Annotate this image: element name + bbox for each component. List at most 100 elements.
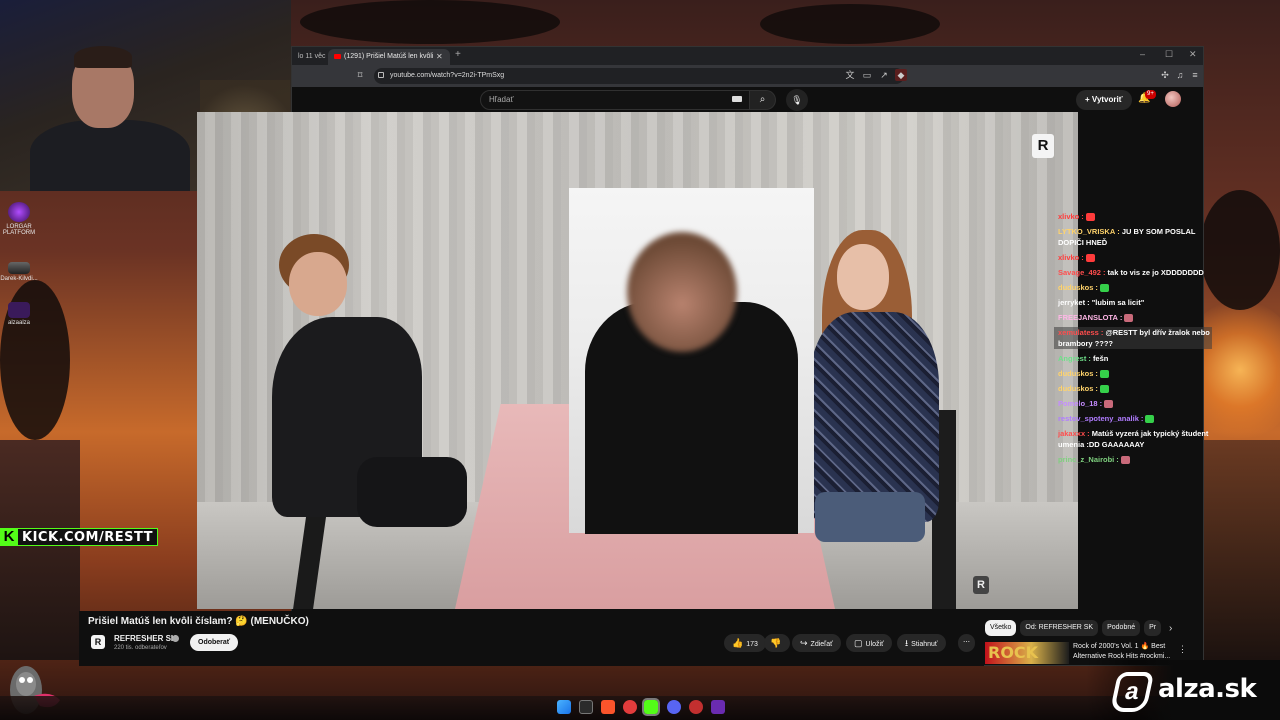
chip-partial[interactable]: Pr (1144, 620, 1162, 636)
chat-username[interactable]: xlivko (1058, 253, 1079, 262)
channel-name[interactable]: REFRESHER SK (114, 634, 177, 643)
desktop-icon-file[interactable]: Darek-Kilvdi... (0, 262, 38, 282)
webcam-person-body (30, 120, 190, 191)
keyboard-icon[interactable] (732, 96, 742, 102)
chat-emote-icon (1145, 415, 1155, 424)
cast-icon[interactable]: ▭ (861, 69, 873, 81)
chat-username[interactable]: duduskos (1058, 369, 1093, 378)
chat-username[interactable]: xemulatess (1058, 328, 1099, 337)
youtube-header: Hľadať ⌕ 🎙 + Vytvoriť 🔔 9+ (292, 87, 1203, 113)
chat-username[interactable]: princ_z_Nairobi (1058, 455, 1114, 464)
desktop-icon-label: Darek-Kilvdi... (0, 276, 38, 282)
chat-username[interactable]: Pomelo_18 (1058, 399, 1098, 408)
voice-search-button[interactable]: 🎙 (786, 89, 808, 111)
overlay-photo-head (627, 232, 737, 352)
subscribe-button[interactable]: Odoberať (190, 634, 239, 651)
wallpaper-palm (760, 4, 940, 44)
desktop-icon-lorgar[interactable]: LORGAR PLATFORM (0, 202, 38, 236)
video-player[interactable]: R R (197, 112, 1078, 609)
chat-message: xlivko: (1058, 211, 1212, 222)
chat-username[interactable]: Savage_492 (1058, 268, 1101, 277)
new-tab-icon[interactable]: + (455, 49, 461, 60)
media-icon[interactable]: ♫ (1174, 69, 1186, 81)
plus-icon: + (1085, 95, 1092, 104)
share-icon: ↪ (800, 638, 808, 648)
close-window-icon[interactable]: ✕ (1189, 49, 1197, 60)
create-button[interactable]: + Vytvoriť (1076, 90, 1132, 110)
download-button[interactable]: ⭳ Stiahnuť (897, 634, 946, 652)
more-actions-button[interactable]: ⋯ (958, 634, 975, 652)
app-purple-icon[interactable] (711, 700, 725, 714)
recommendation-thumbnail[interactable]: ROCK (985, 642, 1069, 664)
refresher-logo-icon: R (1032, 134, 1054, 158)
desktop-icon-label: alzaalza (7, 320, 30, 326)
chat-message: jerryket: "lubim sa licit" (1058, 297, 1212, 308)
channel-avatar[interactable]: R (91, 635, 105, 649)
chat-username[interactable]: xlivko (1058, 212, 1079, 221)
share-label: Zdieľať (810, 641, 833, 648)
app-red-icon[interactable] (623, 700, 637, 714)
brave-shield-icon[interactable]: ◆ (895, 69, 907, 81)
task-view-icon[interactable] (579, 700, 593, 714)
notifications-badge: 9+ (1145, 90, 1156, 99)
address-bar: ⌑ youtube.com/watch?v=2n2i-TPmSxg 文 ▭ ↗ … (292, 65, 1203, 87)
desktop-icon-label: LORGAR PLATFORM (2, 224, 36, 236)
wallpaper-palm (1200, 190, 1280, 310)
account-avatar[interactable] (1165, 91, 1181, 107)
recommendation-menu-icon[interactable]: ⋮ (1178, 644, 1187, 655)
download-icon: ⭳ (905, 638, 909, 648)
chat-text: "lubim sa licit" (1091, 298, 1145, 307)
chevron-right-icon[interactable]: › (1169, 623, 1172, 634)
close-tab-icon[interactable]: ✕ (436, 52, 443, 61)
chat-username[interactable]: jakaxxx (1058, 429, 1085, 438)
search-input[interactable]: Hľadať (480, 90, 750, 110)
chat-emote-icon (1120, 456, 1130, 465)
bookmark-icon[interactable]: ⌑ (354, 69, 366, 81)
save-button[interactable]: ▢ Uložiť (846, 634, 892, 652)
obs-icon[interactable] (689, 700, 703, 714)
kick-app-icon[interactable] (642, 698, 660, 716)
chat-message: duduskos: (1058, 368, 1212, 379)
browser-tab[interactable]: lo 11 věc (292, 49, 326, 65)
dislike-button[interactable]: 👎 (764, 634, 791, 652)
video-woman-body (809, 312, 939, 522)
chat-username[interactable]: restov_spoteny_analik (1058, 414, 1139, 423)
chat-username[interactable]: Angrest (1058, 354, 1086, 363)
chat-username[interactable]: LYTKO_VRISKA (1058, 227, 1115, 236)
share-page-icon[interactable]: ↗ (878, 69, 890, 81)
chat-message: xlivko: (1058, 252, 1212, 263)
chat-username[interactable]: jerryket (1058, 298, 1085, 307)
chat-emote-icon (1124, 314, 1134, 323)
chat-emote-icon (1085, 254, 1095, 263)
site-info-icon[interactable] (378, 72, 384, 78)
chat-username[interactable]: duduskos (1058, 384, 1093, 393)
chat-username[interactable]: FREEJANSLOTA (1058, 313, 1118, 322)
chat-username[interactable]: duduskos (1058, 283, 1093, 292)
like-button[interactable]: 👍 173 (724, 634, 766, 652)
chip-all[interactable]: Všetko (985, 620, 1017, 636)
chip-related[interactable]: Podobné (1102, 620, 1141, 636)
brave-browser-icon[interactable] (601, 700, 615, 714)
maximize-icon[interactable]: ☐ (1165, 49, 1173, 60)
file-icon (8, 262, 30, 274)
webcam-person-hair (74, 46, 132, 68)
search-icon: ⌕ (759, 94, 766, 105)
recommendation-title[interactable]: Rock of 2000's Vol. 1 🔥 Best Alternative… (1073, 642, 1179, 662)
chat-message: Savage_492: tak to vis ze jo XDDDDDDD (1058, 267, 1212, 278)
discord-icon[interactable] (667, 700, 681, 714)
browser-tab-active[interactable]: (1291) Prišiel Matúš len kvôli (328, 49, 450, 65)
chip-from-channel[interactable]: Od: REFRESHER SK (1020, 620, 1099, 636)
share-button[interactable]: ↪ Zdieľať (792, 634, 841, 652)
chat-message: LYTKO_VRISKA: JU BY SOM POSLAL DOPIČI HN… (1058, 226, 1212, 248)
chat-message: restov_spoteny_analik: (1058, 413, 1212, 424)
url-field[interactable]: youtube.com/watch?v=2n2i-TPmSxg (374, 68, 904, 84)
extensions-icon[interactable]: ✣ (1159, 69, 1171, 81)
minimize-icon[interactable]: – (1140, 49, 1145, 59)
start-menu-icon[interactable] (557, 700, 571, 714)
save-icon: ▢ (854, 638, 863, 648)
menu-icon[interactable]: ≡ (1189, 69, 1201, 81)
search-button[interactable]: ⌕ (750, 90, 776, 110)
chat-message: Angrest: fešn (1058, 353, 1212, 364)
desktop-icon-alza[interactable]: alzaalza (0, 302, 38, 326)
translate-icon[interactable]: 文 (844, 69, 856, 81)
